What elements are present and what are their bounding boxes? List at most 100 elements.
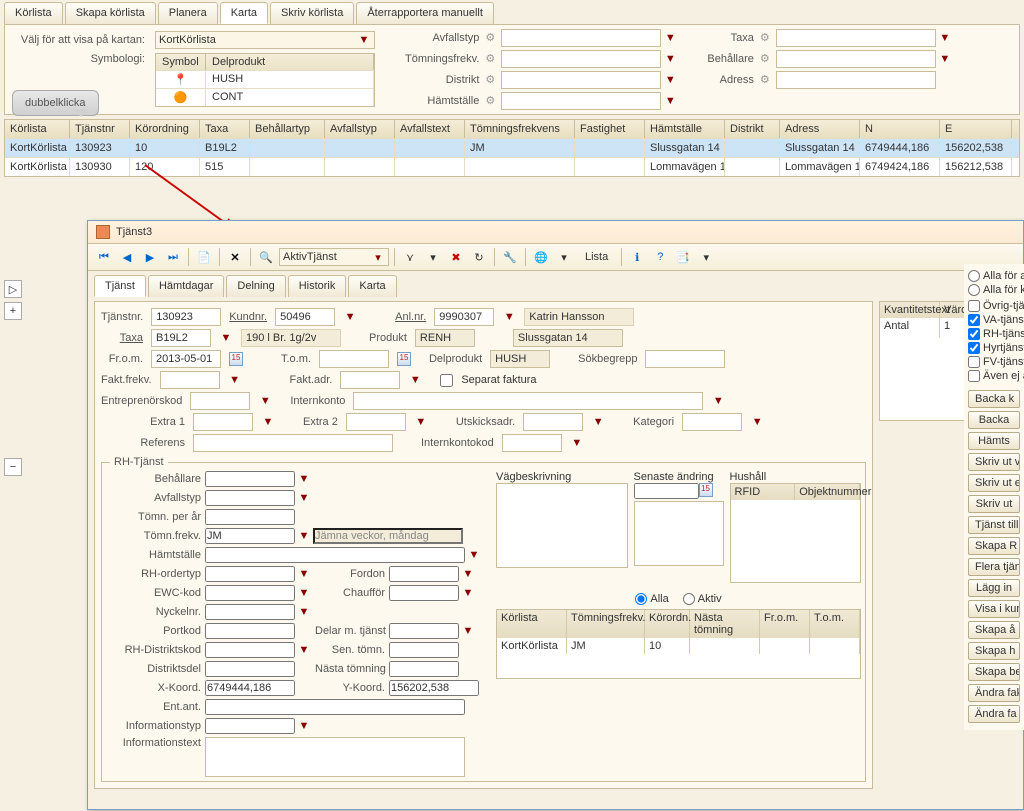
side-button[interactable]: Skapa R [968,537,1020,555]
anlnr-input[interactable] [434,308,494,326]
chevron-down-icon[interactable]: ▼ [938,32,952,44]
filter-combo[interactable]: AktivTjänst▾ [279,248,389,266]
tab-tjänst[interactable]: Tjänst [94,275,146,297]
nav-prev-button[interactable]: ◀ [117,247,137,267]
chevron-down-icon[interactable]: ▼ [663,74,677,86]
separatfaktura-checkbox[interactable] [440,374,453,387]
help-button[interactable]: ? [650,247,670,267]
col-header[interactable]: Körlista [5,120,70,138]
col-header[interactable]: E [940,120,1012,138]
side-button[interactable]: Skriv ut [968,495,1020,513]
gear-icon[interactable]: ⚙ [760,52,774,66]
internkonto-input[interactable] [353,392,703,410]
visa-dropdown[interactable]: KortKörlista ▼ [155,31,375,49]
side-button[interactable]: Lägg in [968,579,1020,597]
side-button[interactable]: Tjänst till E [968,516,1020,534]
col-header[interactable]: Körordning [130,120,200,138]
delete-button[interactable]: ✕ [225,247,245,267]
tool-button[interactable]: 🔧 [500,247,520,267]
chevron-down-icon[interactable]: ▼ [343,311,357,323]
side-button[interactable]: Skapa h [968,642,1020,660]
gear-icon[interactable]: ⚙ [485,52,499,66]
nav-first-button[interactable]: ⏮ [94,247,114,267]
ykoord-input[interactable] [389,680,479,696]
tab-skriv körlista[interactable]: Skriv körlista [270,2,354,24]
entrekod-input[interactable] [190,392,250,410]
tomnfrekv-input[interactable] [205,528,295,544]
filter-button[interactable]: ⋎ [400,247,420,267]
gear-icon[interactable]: ⚙ [760,31,774,45]
new-button[interactable]: 📄 [194,247,214,267]
side-button[interactable]: Skriv ut e [968,474,1020,492]
side-button[interactable]: Visa i kur [968,600,1020,618]
side-button[interactable]: Ändra fak [968,684,1020,702]
calendar-icon[interactable]: 15 [699,483,713,497]
help-icon[interactable]: ℹ [627,247,647,267]
korlista-subgrid[interactable]: KörlistaTömningsfrekv.Körordn.Nästa tömn… [496,609,861,679]
col-header[interactable]: Taxa [200,120,250,138]
col-header[interactable]: Avfallstyp [325,120,395,138]
kundnr-input[interactable] [275,308,335,326]
tab-planera[interactable]: Planera [158,2,218,24]
tab-historik[interactable]: Historik [288,275,347,297]
side-button[interactable]: Backa [968,411,1020,429]
taxa-input[interactable] [151,329,211,347]
tab-skapa körlista[interactable]: Skapa körlista [65,2,156,24]
gear-icon[interactable]: ⚙ [485,31,499,45]
kundnr-link[interactable]: Kundnr. [229,311,267,323]
chevron-down-icon[interactable]: ▼ [502,311,516,323]
search-icon[interactable]: 🔍 [256,247,276,267]
tom-input[interactable] [319,350,389,368]
distrikt-input[interactable] [501,71,661,89]
filter-dd-button[interactable]: ▾ [423,247,443,267]
chevron-down-icon[interactable]: ▼ [663,53,677,65]
gear-icon[interactable]: ⚙ [485,73,499,87]
xkoord-input[interactable] [205,680,295,696]
gear-icon[interactable]: ⚙ [485,94,499,108]
col-header[interactable]: Avfallstext [395,120,465,138]
taxa-link[interactable]: Taxa [101,332,143,344]
chevron-down-icon[interactable]: ▼ [663,95,677,107]
table-row[interactable]: KortKörlista130930120515Lommavägen 14Lom… [5,157,1019,176]
side-button[interactable]: Flera tjäns [968,558,1020,576]
refresh-button[interactable]: ↻ [469,247,489,267]
chevron-down-icon[interactable]: ▼ [663,32,677,44]
sokbegrepp-input[interactable] [645,350,725,368]
export-button[interactable]: 📑 [673,247,693,267]
col-header[interactable]: Distrikt [725,120,780,138]
col-header[interactable]: N [860,120,940,138]
calendar-icon[interactable]: 15 [397,352,411,366]
vagbeskrivning-input[interactable] [496,483,628,568]
tab-karta[interactable]: Karta [348,275,396,297]
side-button[interactable]: Skriv ut v [968,453,1020,471]
calendar-icon[interactable]: 15 [229,352,243,366]
faktfrekv-input[interactable] [160,371,220,389]
globe-icon[interactable]: 🌐 [531,247,551,267]
tjanstnr-input[interactable] [151,308,221,326]
tab-hämtdagar[interactable]: Hämtdagar [148,275,224,297]
tab-körlista[interactable]: Körlista [4,2,63,24]
col-header[interactable]: Tömningsfrekvens [465,120,575,138]
map-zoom-out-button[interactable]: − [4,458,22,476]
side-button[interactable]: Ändra fa [968,705,1020,723]
from-input[interactable] [151,350,221,368]
map-zoom-in-button[interactable]: + [4,302,22,320]
hamtstalle-input[interactable] [501,92,661,110]
korlista-grid[interactable]: KörlistaTjänstnrKörordningTaxaBehållarty… [4,119,1020,177]
tab-karta[interactable]: Karta [220,2,268,24]
chevron-down-icon[interactable]: ▼ [938,53,952,65]
tab-återrapportera manuellt[interactable]: Återrapportera manuellt [356,2,494,24]
nav-next-button[interactable]: ▶ [140,247,160,267]
alla-radio[interactable] [635,593,647,605]
behallare-input[interactable] [776,50,936,68]
side-button[interactable]: Skapa å [968,621,1020,639]
col-header[interactable]: Hämtställe [645,120,725,138]
side-button[interactable]: Backa k [968,390,1020,408]
col-header[interactable]: Adress [780,120,860,138]
clear-filter-button[interactable]: ✖ [446,247,466,267]
lista-label[interactable]: Lista [585,251,608,263]
side-button[interactable]: Hämts [968,432,1020,450]
col-header[interactable]: Fastighet [575,120,645,138]
taxa-input[interactable] [776,29,936,47]
aktiv-radio[interactable] [683,593,695,605]
